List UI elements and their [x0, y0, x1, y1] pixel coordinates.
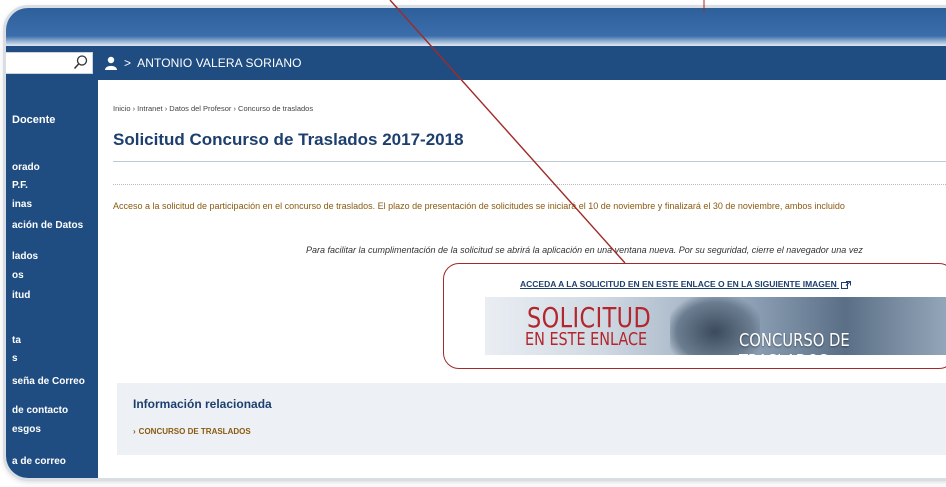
related-title: Información relacionada [133, 397, 272, 411]
breadcrumb[interactable]: Inicio › Intranet › Datos del Profesor ›… [113, 104, 313, 113]
user-icon [105, 56, 117, 70]
top-strip [6, 8, 946, 46]
sidebar-title: Docente [12, 114, 56, 126]
related-link-label[interactable]: CONCURSO DE TRASLADOS [139, 427, 251, 436]
sidebar-item[interactable]: ación de Datos [12, 220, 83, 231]
sidebar-item[interactable]: inas [12, 199, 32, 210]
sidebar-item[interactable]: a de correo [12, 456, 66, 467]
description-text: Acceso a la solicitud de participación e… [113, 201, 845, 211]
chevron-right-icon: › [133, 427, 136, 436]
sidebar-item[interactable]: ta [12, 335, 21, 346]
search-icon[interactable] [73, 54, 89, 70]
screenshot-frame: > ANTONIO VALERA SORIANO Docente orado P… [6, 8, 946, 478]
divider-dotted [113, 184, 946, 185]
user-name[interactable]: ANTONIO VALERA SORIANO [137, 56, 301, 70]
sidebar-item[interactable]: itud [12, 290, 30, 301]
sidebar-item[interactable]: esgos [12, 424, 41, 435]
annotation-highlight-box [443, 263, 946, 369]
sidebar-item[interactable]: lados [12, 251, 38, 262]
sidebar-item[interactable]: seña de Correo [12, 376, 85, 387]
user-separator: > [124, 56, 132, 70]
sidebar-item[interactable]: de contacto [12, 405, 68, 416]
related-info-panel: Información relacionada › CONCURSO DE TRA… [117, 383, 946, 455]
sidebar-item[interactable]: orado [12, 162, 40, 173]
sidebar-item[interactable]: os [12, 270, 24, 281]
sidebar-item[interactable]: s [12, 353, 18, 364]
page-title: Solicitud Concurso de Traslados 2017-201… [113, 130, 464, 149]
user-info[interactable]: > ANTONIO VALERA SORIANO [104, 54, 302, 72]
note-text: Para facilitar la cumplimentación de la … [306, 245, 863, 255]
divider [113, 161, 946, 162]
sidebar: Docente orado P.F. inas ación de Datos l… [6, 80, 98, 478]
sidebar-item[interactable]: P.F. [12, 180, 28, 191]
related-link[interactable]: › CONCURSO DE TRASLADOS [133, 427, 251, 436]
header-bar: > ANTONIO VALERA SORIANO [6, 46, 946, 80]
search-input[interactable] [6, 52, 93, 74]
